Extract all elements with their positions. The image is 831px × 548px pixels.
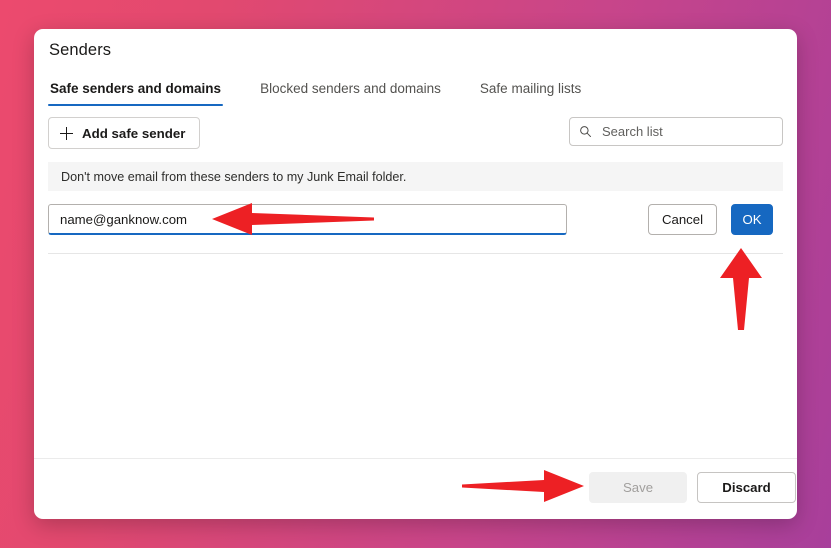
list-divider [48, 253, 783, 254]
info-bar-text: Don't move email from these senders to m… [61, 169, 407, 184]
sender-input-wrapper[interactable] [48, 204, 567, 235]
cancel-button[interactable]: Cancel [648, 204, 717, 235]
tab-bar: Safe senders and domains Blocked senders… [48, 77, 618, 106]
tab-label: Safe senders and domains [50, 81, 222, 96]
ok-button[interactable]: OK [731, 204, 773, 235]
tab-label: Blocked senders and domains [260, 81, 441, 96]
senders-dialog: Senders Safe senders and domains Blocked… [34, 29, 797, 519]
add-safe-sender-button[interactable]: Add safe sender [48, 117, 201, 149]
plus-icon [60, 126, 73, 140]
save-button[interactable]: Save [589, 472, 687, 503]
footer-divider [34, 458, 797, 459]
search-input[interactable] [600, 123, 773, 140]
tab-safe-mailing-lists[interactable]: Safe mailing lists [478, 77, 583, 106]
tab-label: Safe mailing lists [479, 81, 582, 96]
sender-input[interactable] [58, 210, 557, 228]
discard-button[interactable]: Discard [697, 472, 796, 503]
junk-email-info-bar: Don't move email from these senders to m… [48, 162, 783, 191]
search-icon [580, 126, 592, 138]
tab-blocked-senders-and-domains[interactable]: Blocked senders and domains [258, 77, 443, 106]
sender-edit-row: Cancel OK [48, 204, 783, 240]
page-title: Senders [49, 41, 112, 59]
tab-safe-senders-and-domains[interactable]: Safe senders and domains [48, 77, 224, 106]
search-list-box[interactable] [569, 117, 783, 146]
add-safe-sender-label: Add safe sender [82, 125, 186, 141]
